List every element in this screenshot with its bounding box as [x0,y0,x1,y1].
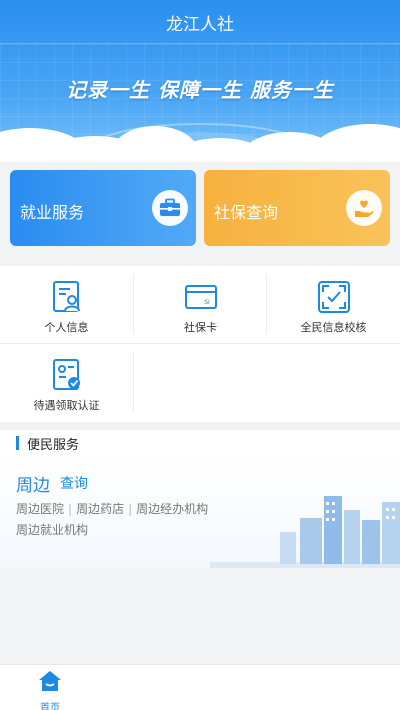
nearby-query-card[interactable]: 周边 查询 周边医院 | 周边药店 | 周边经办机构 周边就业机构 [0,456,400,568]
title-divider [0,43,400,44]
main-service-cards: 就业服务 社保查询 [10,170,390,246]
header-banner: 龙江人社 记录一生 保障一生 服务一生 [0,0,400,162]
home-icon [39,671,61,691]
nearby-employment-agency-link[interactable]: 周边就业机构 [16,523,88,537]
bottom-tab-bar: 首页 [0,664,400,710]
banner-slogan: 记录一生 保障一生 服务一生 [66,78,334,102]
grid-item-benefit-certification[interactable]: 待遇领取认证 [0,344,133,420]
grid-item-info-verification[interactable]: 全民信息校核 [267,266,400,342]
grid-divider [266,274,267,334]
nearby-agency-link[interactable]: 周边经办机构 [136,502,208,516]
si-card-text: SI [204,299,210,306]
verified-person-icon [50,358,84,392]
app-title: 龙江人社 [166,15,234,35]
grid-divider [0,343,400,344]
tab-home[interactable]: 首页 [25,669,75,710]
grid-item-label: 全民信息校核 [300,321,367,334]
si-card-icon: SI [184,280,218,314]
social-security-query-label: 社保查询 [214,203,279,222]
convenience-services-section: 便民服务 周边 查询 周边医院 | 周边药店 | 周边经办机构 周边就业机构 [0,430,400,568]
city-skyline-illustration [210,496,400,568]
grid-item-si-card[interactable]: SI 社保卡 [134,266,267,342]
section-header: 便民服务 [16,434,80,453]
tab-home-label: 首页 [40,703,60,710]
section-accent-bar [16,436,19,450]
nearby-hospital-link[interactable]: 周边医院 [16,502,64,516]
section-title: 便民服务 [27,437,80,453]
grid-item-label: 个人信息 [44,321,89,334]
heart-hand-icon [346,190,382,226]
grid-item-personal-info[interactable]: 个人信息 [0,266,133,342]
nearby-links-row: 周边就业机构 [16,521,88,538]
employment-service-label: 就业服务 [20,203,85,222]
scan-person-icon [317,280,351,314]
social-security-query-card[interactable]: 社保查询 [204,170,390,246]
nearby-links-row: 周边医院 | 周边药店 | 周边经办机构 [16,502,209,516]
grid-item-label: 社保卡 [184,321,217,334]
function-grid: 个人信息 SI 社保卡 全民信息校核 待遇领取认证 [0,266,400,422]
nearby-title-word: 周边 [16,476,50,496]
grid-divider [133,352,134,412]
employment-service-card[interactable]: 就业服务 [10,170,196,246]
grid-divider [133,274,134,334]
briefcase-icon [152,190,188,226]
person-document-icon [50,280,84,314]
nearby-query-word: 查询 [60,476,88,492]
nearby-pharmacy-link[interactable]: 周边药店 [76,502,124,516]
grid-item-label: 待遇领取认证 [33,399,100,412]
